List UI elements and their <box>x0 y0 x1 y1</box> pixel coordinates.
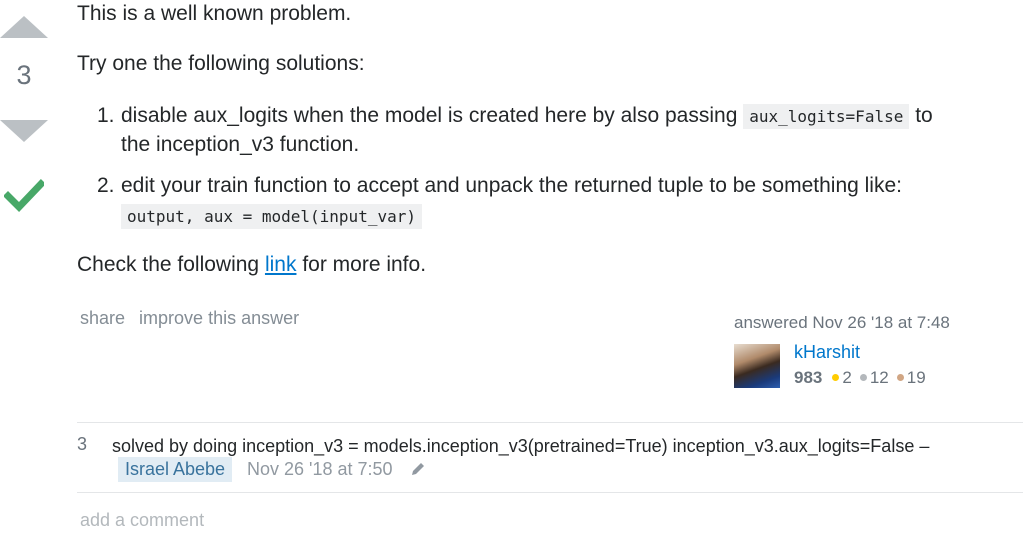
post-menu: share improve this answer <box>80 308 308 329</box>
list-item: 1. disable aux_logits when the model is c… <box>97 102 933 131</box>
add-comment-link[interactable]: add a comment <box>80 510 204 531</box>
divider <box>77 492 1023 493</box>
info-link[interactable]: link <box>265 253 297 276</box>
list-number: 1. <box>97 104 115 127</box>
vote-count: 3 <box>16 60 32 90</box>
list-item-continuation: the inception_v3 function. <box>121 133 360 156</box>
answer-paragraph: Check the following link for more info. <box>77 251 426 279</box>
inline-code: aux_logits=False <box>743 104 910 129</box>
list-item: 2. edit your train function to accept and… <box>97 172 902 200</box>
share-link[interactable]: share <box>80 308 125 328</box>
list-text: disable aux_logits when the model is cre… <box>121 104 738 127</box>
accepted-check-icon <box>4 179 44 213</box>
reputation-score: 983 <box>794 368 823 387</box>
list-text: to <box>915 104 933 127</box>
user-reputation: 983 2 12 19 <box>794 368 932 388</box>
comment-score: 3 <box>77 434 88 454</box>
divider <box>77 422 1023 423</box>
downvote-icon[interactable] <box>0 120 48 142</box>
improve-answer-link[interactable]: improve this answer <box>139 308 299 328</box>
bronze-badge-icon <box>896 374 904 382</box>
list-text: edit your train function to accept and u… <box>121 174 902 197</box>
bronze-badge-count: 19 <box>906 368 926 387</box>
comment-date: Nov 26 '18 at 7:50 <box>247 459 393 479</box>
upvote-icon[interactable] <box>0 16 48 38</box>
code-line: output, aux = model(input_var) <box>121 202 422 231</box>
user-signature: answered Nov 26 '18 at 7:48 <box>734 313 950 333</box>
answered-time: answered Nov 26 '18 at 7:48 <box>734 313 950 332</box>
list-number: 2. <box>97 174 115 197</box>
silver-badge-icon <box>859 374 867 382</box>
gold-badge-icon <box>832 374 840 382</box>
gold-badge-count: 2 <box>842 368 852 387</box>
username-link[interactable]: kHarshit <box>794 342 860 363</box>
pencil-icon <box>412 463 424 475</box>
paragraph-text: Check the following <box>77 253 260 276</box>
answer-paragraph: Try one the following solutions: <box>77 52 365 75</box>
avatar[interactable] <box>734 344 780 388</box>
answer-paragraph: This is a well known problem. <box>77 2 352 25</box>
comment-user-link[interactable]: Israel Abebe <box>118 457 233 482</box>
paragraph-text: for more info. <box>302 253 427 276</box>
silver-badge-count: 12 <box>869 368 889 387</box>
comment-text: solved by doing inception_v3 = models.in… <box>112 436 930 456</box>
inline-code: output, aux = model(input_var) <box>121 204 422 229</box>
